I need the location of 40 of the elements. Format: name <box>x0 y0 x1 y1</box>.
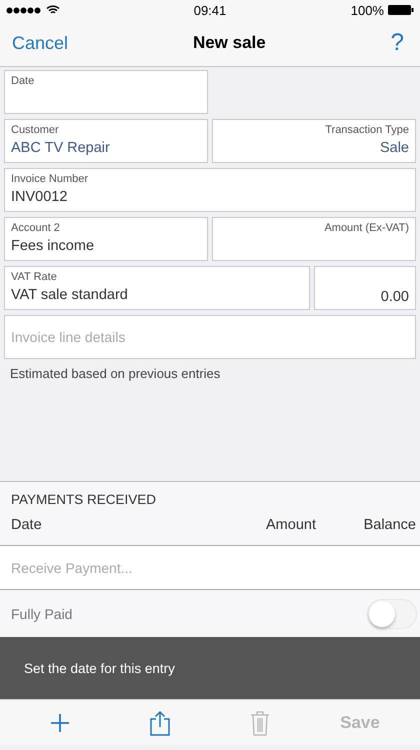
cancel-button[interactable]: Cancel <box>12 32 68 54</box>
clock-text: 09:41 <box>194 2 226 18</box>
field-value: VAT sale standard <box>11 287 129 303</box>
field-label: Invoice Number <box>11 173 90 185</box>
field-value: Sale <box>380 140 409 156</box>
field-value: ABC TV Repair <box>11 140 111 156</box>
toggle-switch[interactable] <box>367 598 417 628</box>
field-label: Date <box>11 75 36 87</box>
screen-title: New sale <box>192 33 266 53</box>
help-button[interactable]: ? <box>390 29 408 57</box>
form-field[interactable]: Date <box>4 70 208 114</box>
field-value: INV0012 <box>11 189 68 205</box>
form-field[interactable]: Account 2 Fees income <box>4 217 208 261</box>
form-field[interactable]: Invoice Number INV0012 <box>4 168 416 212</box>
toast-message: Set the date for this entry <box>24 660 175 676</box>
field-label: Transaction Type <box>325 124 409 136</box>
placeholder-text: Invoice line details <box>11 329 126 345</box>
field-label: Customer <box>11 124 60 136</box>
form-field[interactable]: 0.00 <box>314 266 416 310</box>
share-button[interactable] <box>149 710 171 736</box>
field-label: Amount (Ex-VAT) <box>324 222 409 234</box>
field-label: VAT Rate <box>11 271 58 283</box>
battery-text: 100% <box>350 2 384 18</box>
toggle-label: Fully Paid <box>11 606 72 622</box>
form-field[interactable]: Customer ABC TV Repair <box>4 119 208 163</box>
form-field[interactable]: Transaction Type Sale <box>212 119 416 163</box>
hint-text: Estimated based on previous entries <box>9 365 222 383</box>
field-value: Fees income <box>11 238 96 254</box>
battery-icon <box>388 5 414 15</box>
signal-icon <box>6 6 42 14</box>
form-field[interactable]: VAT Rate VAT sale standard <box>4 266 310 310</box>
column-header: Amount <box>265 517 316 533</box>
form-field[interactable]: Amount (Ex-VAT) <box>212 217 416 261</box>
wifi-icon <box>46 5 60 15</box>
field-label: Account 2 <box>11 222 61 234</box>
column-header: Balance <box>362 517 416 533</box>
add-button[interactable] <box>50 712 70 732</box>
field-value: 0.00 <box>380 289 409 305</box>
column-header: Date <box>11 517 43 533</box>
section-header: PAYMENTS RECEIVED <box>10 491 158 507</box>
